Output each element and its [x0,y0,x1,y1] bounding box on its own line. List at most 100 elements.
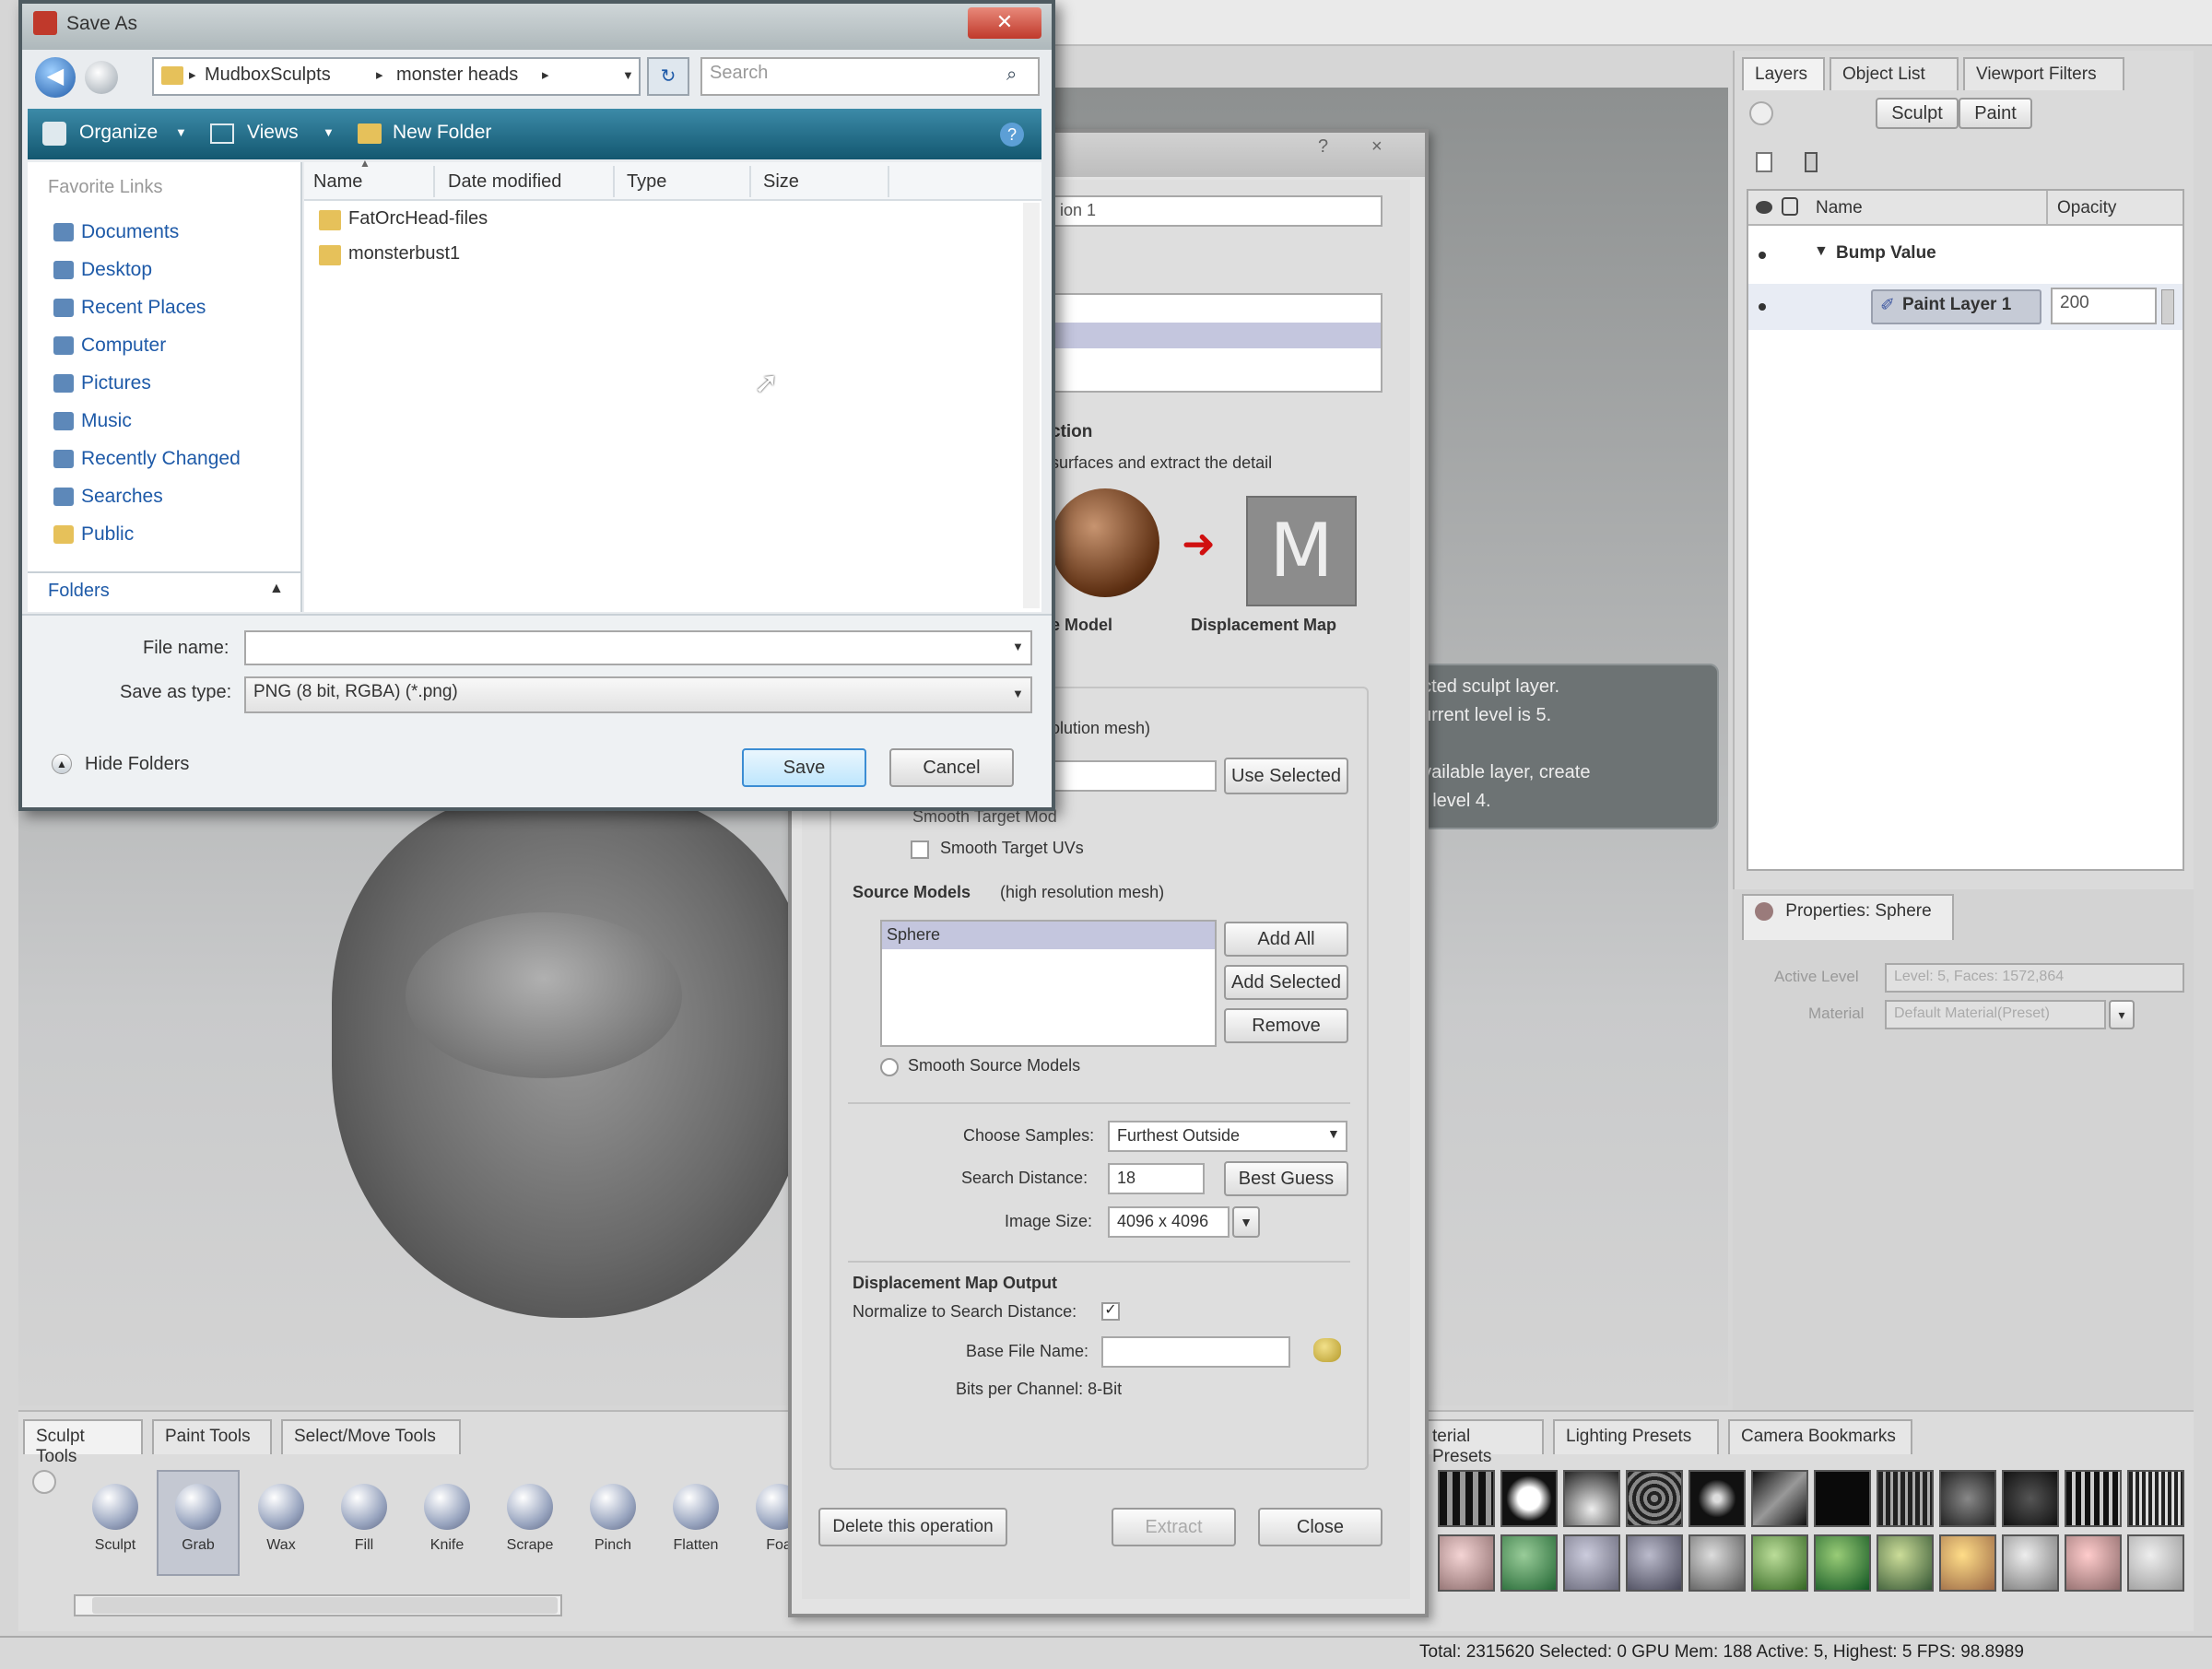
tool-sculpt[interactable]: Sculpt [78,1484,152,1554]
nav-item-documents[interactable]: Documents [53,221,179,243]
column-header[interactable]: Size [763,171,799,193]
close-button[interactable]: Close [1258,1508,1382,1546]
material-thumbnail[interactable] [1814,1534,1871,1592]
nav-item-recently-changed[interactable]: Recently Changed [53,448,241,470]
file-name[interactable]: FatOrcHead-files [348,208,488,229]
material-thumbnail[interactable] [1939,1534,1996,1592]
tool-grab[interactable]: Grab [161,1484,235,1554]
panel-help-icon[interactable] [1749,101,1773,125]
stamp-thumbnail[interactable] [1688,1470,1746,1527]
tab-camera-bookmarks[interactable]: Camera Bookmarks [1728,1419,1912,1454]
material-thumbnail[interactable] [1877,1534,1934,1592]
chevron-down-icon[interactable]: ▼ [1232,1206,1260,1238]
breadcrumb-item[interactable]: MudboxSculpts [205,65,331,86]
stamp-thumbnail[interactable] [1563,1470,1620,1527]
column-name[interactable]: Name [1816,198,1863,218]
best-guess-button[interactable]: Best Guess [1224,1161,1348,1196]
stamp-thumbnail[interactable] [1500,1470,1558,1527]
tab-layers[interactable]: Layers [1742,57,1825,90]
smooth-source-models-checkbox[interactable] [880,1058,899,1076]
material-thumbnail[interactable] [1563,1534,1620,1592]
material-thumbnail[interactable] [2002,1534,2059,1592]
remove-button[interactable]: Remove [1224,1008,1348,1043]
tray-help-icon[interactable] [32,1470,56,1494]
column-header[interactable]: Type [627,171,666,193]
expand-arrow-icon[interactable]: ▼ [1814,243,1829,260]
stamp-thumbnail[interactable] [1626,1470,1683,1527]
help-icon[interactable]: ? [1000,123,1024,147]
file-name[interactable]: monsterbust1 [348,243,460,264]
nav-item-pictures[interactable]: Pictures [53,372,151,394]
nav-item-public[interactable]: Public [53,523,134,546]
new-layer-icon[interactable] [1756,152,1772,172]
cancel-button[interactable]: Cancel [889,748,1014,787]
hide-folders-label[interactable]: Hide Folders [85,754,189,775]
tab-select-move-tools[interactable]: Select/Move Tools [281,1419,461,1454]
file-name-input[interactable] [244,630,1032,665]
nav-item-recent-places[interactable]: Recent Places [53,297,206,319]
browse-folder-icon[interactable] [1313,1338,1341,1362]
layer-opacity-field[interactable]: 200 [2051,288,2157,324]
base-file-name-field[interactable] [1101,1336,1290,1368]
visibility-dot-icon[interactable] [1759,303,1766,311]
search-distance-field[interactable]: 18 [1108,1163,1205,1194]
column-header[interactable]: Name [313,171,362,193]
save-button[interactable]: Save [742,748,866,787]
organize-menu[interactable]: Organize [79,122,158,144]
tab-object-list[interactable]: Object List [1830,57,1959,90]
paint-mode-button[interactable]: Paint [1959,98,2032,129]
search-input[interactable]: Search [700,57,1040,96]
back-button[interactable]: ◀ [35,57,76,98]
material-thumbnail[interactable] [1688,1534,1746,1592]
smooth-target-uvs-checkbox[interactable] [911,840,929,859]
tab-viewport-filters[interactable]: Viewport Filters [1963,57,2124,90]
material-field[interactable]: Default Material(Preset) [1885,1000,2106,1029]
chevron-up-icon[interactable]: ▲ [269,581,284,597]
source-model-item[interactable]: Sphere [887,925,940,945]
choose-samples-select[interactable]: Furthest Outside [1108,1121,1347,1152]
nav-item-computer[interactable]: Computer [53,335,166,357]
forward-button[interactable] [85,61,118,94]
tool-pinch[interactable]: Pinch [576,1484,650,1554]
material-thumbnail[interactable] [1626,1534,1683,1592]
image-size-select[interactable]: 4096 x 4096 [1108,1206,1230,1238]
material-dropdown-arrow[interactable]: ▾ [2109,1000,2135,1029]
chevron-down-icon[interactable]: ▼ [1012,687,1024,700]
sculpt-mode-button[interactable]: Sculpt [1876,98,1959,129]
window-close-button[interactable]: ✕ [968,7,1041,39]
column-header[interactable]: Date modified [448,171,561,193]
add-selected-button[interactable]: Add Selected [1224,965,1348,1000]
add-all-button[interactable]: Add All [1224,922,1348,957]
normalize-checkbox[interactable]: ✓ [1101,1302,1120,1321]
search-icon[interactable]: ⌕ [1006,65,1017,86]
extract-button[interactable]: Extract [1112,1508,1236,1546]
material-thumbnail[interactable] [1438,1534,1495,1592]
tool-fill[interactable]: Fill [327,1484,401,1554]
stamp-thumbnail[interactable] [2127,1470,2184,1527]
opacity-slider-handle[interactable] [2161,289,2174,324]
nav-item-music[interactable]: Music [53,410,132,432]
chevron-down-icon[interactable]: ▼ [1012,640,1024,653]
tab-sculpt-tools[interactable]: Sculpt Tools [23,1419,143,1466]
active-level-field[interactable]: Level: 5, Faces: 1572,864 [1885,963,2184,993]
target-model-field[interactable] [1051,760,1217,792]
tab-lighting-presets[interactable]: Lighting Presets [1553,1419,1719,1454]
chevron-down-icon[interactable]: ▼ [622,68,634,82]
tab-paint-tools[interactable]: Paint Tools [152,1419,272,1454]
stamp-thumbnail[interactable] [1939,1470,1996,1527]
tab-properties[interactable]: Properties: Sphere [1742,894,1954,940]
tray-scroll-thumb[interactable] [92,1597,558,1614]
tool-flatten[interactable]: Flatten [659,1484,733,1554]
stamp-thumbnail[interactable] [2065,1470,2122,1527]
stamp-thumbnail[interactable] [2002,1470,2059,1527]
use-selected-button[interactable]: Use Selected [1224,758,1348,794]
stamp-thumbnail[interactable] [1438,1470,1495,1527]
file-list-scrollbar[interactable] [1023,203,1040,608]
tab-material-presets[interactable]: terial Presets [1419,1419,1544,1466]
save-type-select[interactable]: PNG (8 bit, RGBA) (*.png) [244,676,1032,713]
operation-name-field[interactable]: ion 1 [1051,195,1382,227]
hide-folders-icon[interactable]: ▲ [52,754,72,774]
new-folder-button[interactable]: New Folder [393,122,491,144]
tool-scrape[interactable]: Scrape [493,1484,567,1554]
stamp-thumbnail[interactable] [1877,1470,1934,1527]
